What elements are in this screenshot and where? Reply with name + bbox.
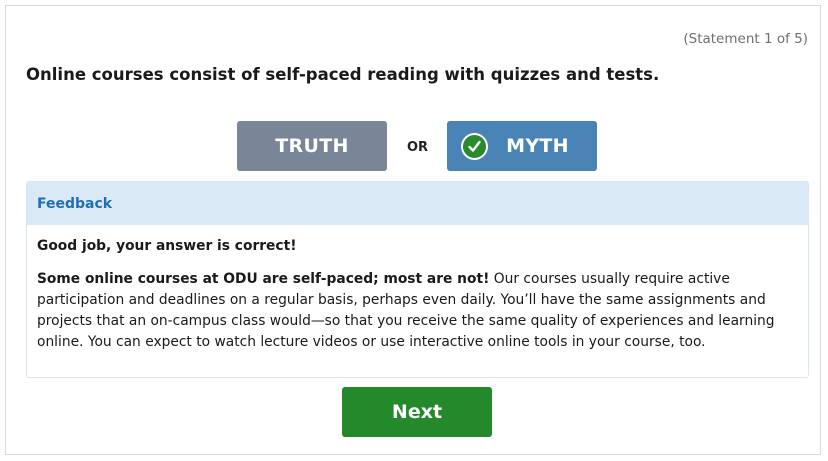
check-circle-icon [461, 132, 489, 160]
myth-button[interactable]: MYTH [447, 121, 597, 171]
quiz-card: (Statement 1 of 5) Online courses consis… [5, 5, 821, 455]
feedback-verdict: Good job, your answer is correct! [37, 238, 297, 254]
next-button[interactable]: Next [342, 387, 492, 437]
truth-button-label: TRUTH [275, 135, 349, 157]
feedback-panel: Feedback Good job, your answer is correc… [26, 181, 809, 378]
feedback-lead: Some online courses at ODU are self-pace… [37, 271, 490, 287]
or-separator: OR [407, 140, 429, 155]
feedback-header: Feedback [27, 182, 808, 225]
statement-text: Online courses consist of self-paced rea… [26, 65, 660, 84]
truth-button[interactable]: TRUTH [237, 121, 387, 171]
myth-button-label: MYTH [506, 135, 569, 157]
statement-counter: (Statement 1 of 5) [683, 31, 808, 47]
feedback-body: Good job, your answer is correct! Some o… [27, 225, 808, 353]
next-button-label: Next [391, 401, 443, 423]
feedback-explanation: Some online courses at ODU are self-pace… [37, 269, 798, 353]
